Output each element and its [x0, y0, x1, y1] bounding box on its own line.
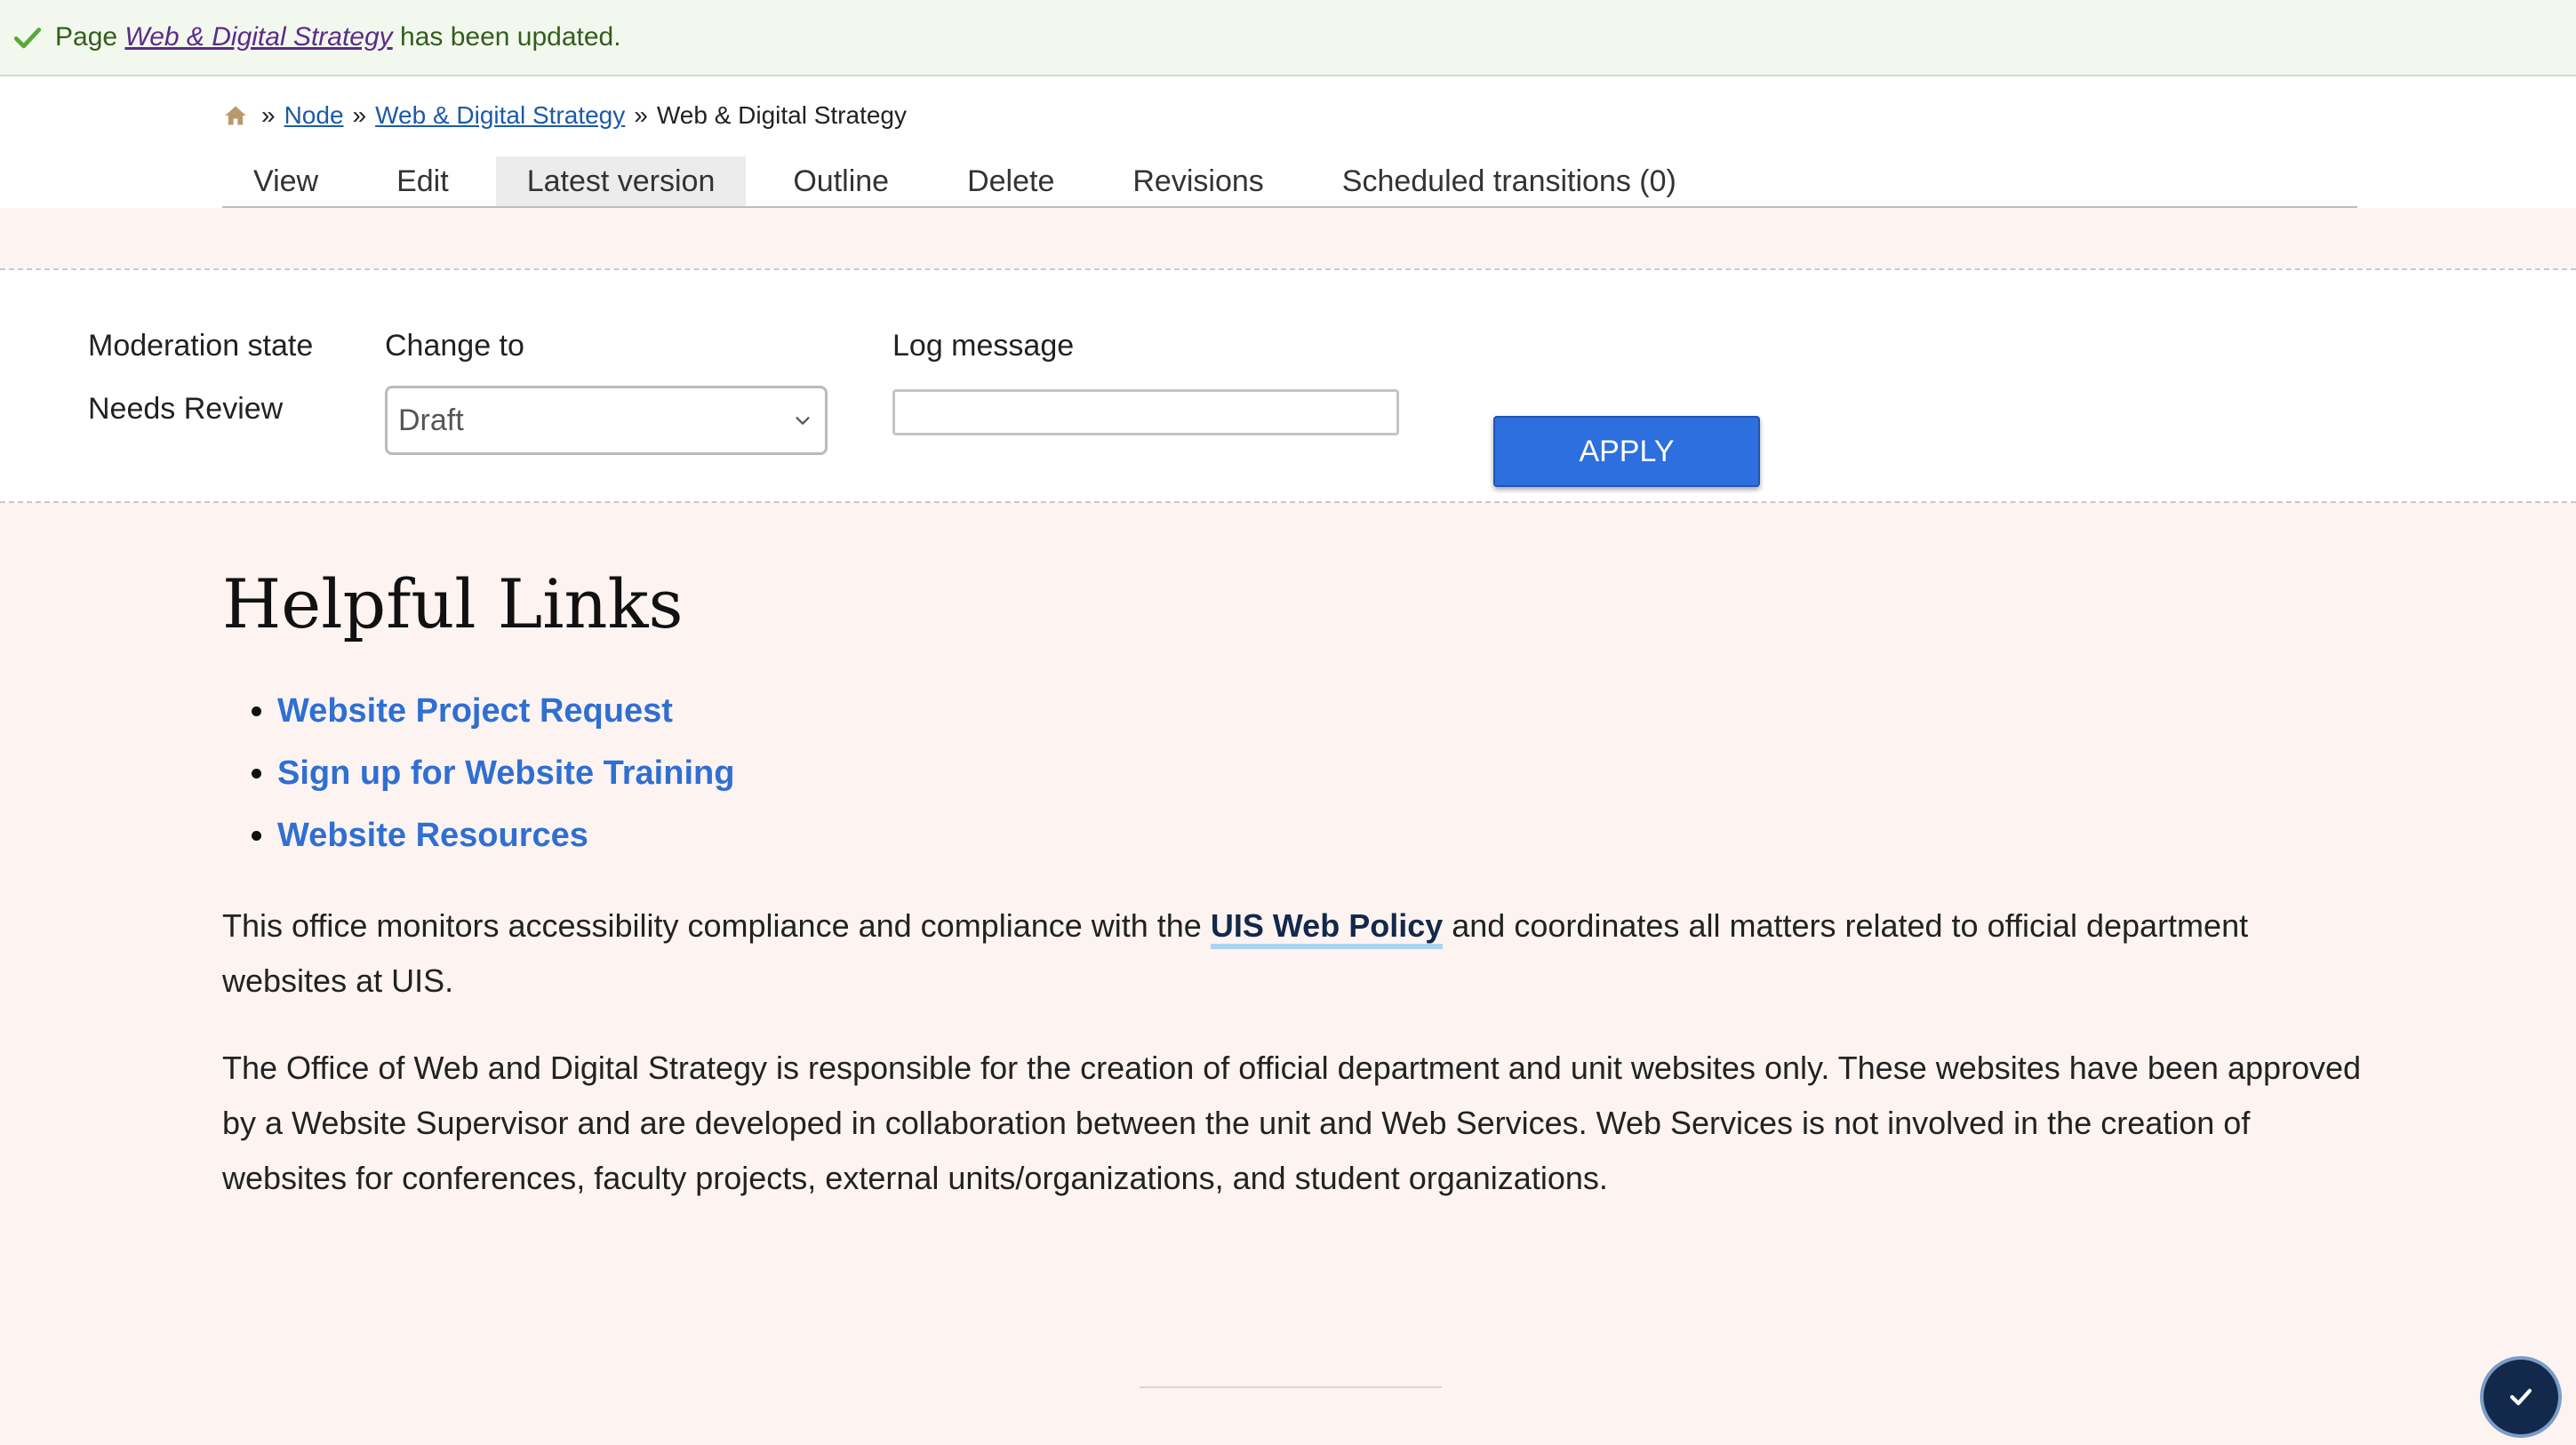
tab-delete[interactable]: Delete [936, 156, 1085, 206]
page-header: » Node » Web & Digital Strategy » Web & … [0, 76, 2576, 208]
intro-paragraph: This office monitors accessibility compl… [222, 898, 2373, 1009]
accessibility-checker-button[interactable] [2480, 1356, 2562, 1438]
status-page-link[interactable]: Web & Digital Strategy [124, 22, 392, 52]
tab-edit[interactable]: Edit [365, 156, 480, 206]
link-website-project-request[interactable]: Website Project Request [277, 692, 673, 730]
breadcrumb-parent[interactable]: Web & Digital Strategy [375, 101, 625, 130]
home-icon[interactable] [222, 103, 249, 128]
list-item: Website Resources [277, 804, 2373, 866]
list-item: Website Project Request [277, 680, 2373, 742]
status-text: Page Web & Digital Strategy has been upd… [55, 22, 621, 52]
list-item: Sign up for Website Training [277, 742, 2373, 804]
tab-scheduled-transitions[interactable]: Scheduled transitions (0) [1311, 156, 1708, 206]
helpful-links-list: Website Project Request Sign up for Webs… [222, 680, 2373, 866]
moderation-state-value: Needs Review [88, 392, 284, 426]
breadcrumb-separator: » [352, 101, 367, 129]
intro-text-before: This office monitors accessibility compl… [222, 907, 1211, 945]
change-to-selected-value: Draft [398, 403, 464, 437]
tab-outline[interactable]: Outline [762, 156, 920, 206]
footer-divider [1140, 1386, 1442, 1388]
check-icon [13, 28, 42, 49]
page-title: Helpful Links [222, 564, 684, 643]
chevron-down-icon [796, 417, 810, 425]
status-suffix: has been updated. [400, 22, 621, 52]
breadcrumb-current: Web & Digital Strategy [656, 101, 908, 129]
moderation-state-label: Moderation state [88, 329, 314, 363]
breadcrumb: » Node » Web & Digital Strategy » Web & … [222, 101, 907, 130]
scope-paragraph: The Office of Web and Digital Strategy i… [222, 1050, 2362, 1197]
moderation-panel: Moderation state Needs Review Change to … [0, 268, 2576, 503]
status-prefix: Page [55, 22, 118, 52]
link-website-training[interactable]: Sign up for Website Training [277, 754, 734, 792]
breadcrumb-separator: » [634, 101, 648, 129]
tab-latest-version[interactable]: Latest version [495, 156, 747, 206]
log-message-label: Log message [892, 329, 1075, 363]
checkmark-icon [2509, 1388, 2532, 1406]
breadcrumb-separator: » [261, 101, 276, 129]
uis-web-policy-link[interactable]: UIS Web Policy [1210, 907, 1444, 950]
change-to-label: Change to [385, 329, 524, 363]
link-website-resources[interactable]: Website Resources [277, 817, 588, 854]
local-tabs: View Edit Latest version Outline Delete … [222, 156, 2357, 208]
log-message-input[interactable] [892, 389, 1399, 435]
tab-view[interactable]: View [222, 156, 349, 206]
change-to-select[interactable]: Draft [385, 386, 828, 455]
tab-revisions[interactable]: Revisions [1101, 156, 1294, 206]
apply-button[interactable]: APPLY [1493, 416, 1760, 487]
main-content: Helpful Links Website Project Request Si… [222, 533, 2373, 1206]
breadcrumb-node[interactable]: Node [284, 101, 344, 130]
status-message: Page Web & Digital Strategy has been upd… [0, 0, 2576, 76]
